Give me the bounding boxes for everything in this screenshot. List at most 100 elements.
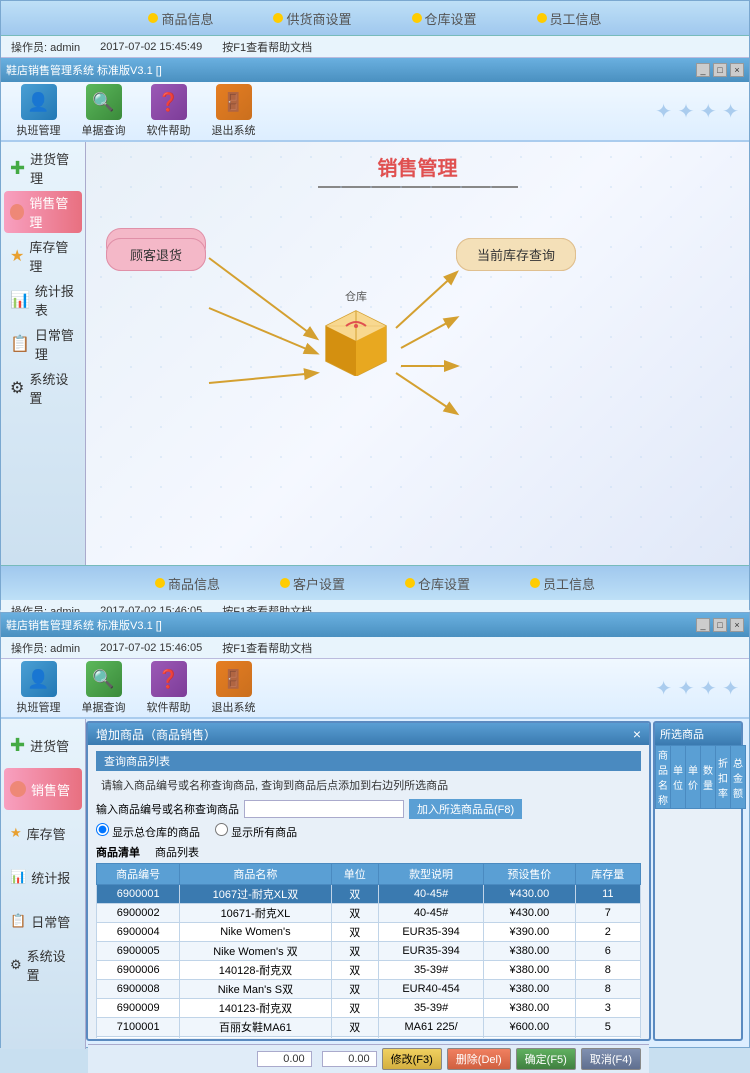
bottom-sidebar-purchase[interactable]: ✚ 进货管 <box>4 724 82 766</box>
product-table-scroll[interactable]: 商品编号 商品名称 单位 款型说明 预设售价 库存量 69000011067过-… <box>96 863 641 1038</box>
order-query-button[interactable]: 🔍 单据查询 <box>76 84 131 138</box>
shift-management-button[interactable]: 👤 执班管理 <box>11 84 66 138</box>
plus-icon2: ✚ <box>10 735 25 756</box>
col-model: 款型说明 <box>378 864 483 885</box>
bottom-window-title: 鞋店销售管理系统 标准版V3.1 [] <box>6 617 162 633</box>
status-bar-top: 操作员: admin 2017-07-02 15:45:49 按F1查看帮助文档 <box>1 36 749 58</box>
minimize-btn2[interactable]: _ <box>696 618 710 632</box>
sales-diagram: 商品销售 前台收银 顾客退货 <box>96 208 739 468</box>
product-list-label2: 商品列表 <box>155 844 199 860</box>
table-row[interactable]: 6900008Nike Man's S双双EUR40-454¥380.008 <box>97 980 641 999</box>
sales-divider <box>318 186 518 188</box>
bottom-datetime: 2017-07-02 15:46:05 <box>100 642 202 654</box>
table-row[interactable]: 6900004Nike Women's双EUR35-394¥390.002 <box>97 923 641 942</box>
order-btn2[interactable]: 🔍 单据查询 <box>76 661 131 715</box>
delete-button[interactable]: 删除(Del) <box>447 1048 511 1070</box>
selected-products-title: 所选商品 <box>655 723 741 745</box>
right-col-price: 单价 <box>686 746 701 809</box>
edit-button[interactable]: 修改(F3) <box>382 1048 442 1070</box>
close-btn2[interactable]: × <box>730 618 744 632</box>
exit-icon2: 🚪 <box>216 661 252 697</box>
customer-return-box[interactable]: 顾客退货 <box>106 238 206 271</box>
table-row[interactable]: 690000210671-耐克XL双40-45#¥430.007 <box>97 904 641 923</box>
bottom-sidebar-inventory[interactable]: ★ 库存管 <box>4 812 82 854</box>
help-btn2[interactable]: ❓ 软件帮助 <box>141 661 196 715</box>
shift-btn2[interactable]: 👤 执班管理 <box>11 661 66 715</box>
order-icon: 🔍 <box>86 84 122 120</box>
bottom-nav-warehouse[interactable]: 仓库设置 <box>405 574 470 593</box>
bottom-sidebar-reports[interactable]: 📊 统计报 <box>4 856 82 898</box>
nav-dot <box>412 13 422 23</box>
footer-val2: 0.00 <box>322 1051 377 1067</box>
bottom-sidebar: ✚ 进货管 销售管 ★ 库存管 📊 统计报 📋 日常管 ⚙ 系统设置 <box>1 719 86 1049</box>
product-search-input[interactable] <box>244 800 404 818</box>
table-row[interactable]: 7100001百丽女鞋MA61双MA61 225/¥600.005 <box>97 1018 641 1037</box>
help-button[interactable]: ❓ 软件帮助 <box>141 84 196 138</box>
current-inventory-query-box[interactable]: 当前库存查询 <box>456 238 576 271</box>
modal-close-button[interactable]: × <box>633 726 641 742</box>
star-icon: ★ <box>10 246 24 266</box>
nav-dot <box>537 13 547 23</box>
bottom-status-bar: 操作员: admin 2017-07-02 15:46:05 按F1查看帮助文档 <box>1 637 749 659</box>
table-row[interactable]: 69000011067过-耐克XL双双40-45#¥430.0011 <box>97 885 641 904</box>
confirm-button[interactable]: 确定(F5) <box>516 1048 576 1070</box>
close-button[interactable]: × <box>730 63 744 77</box>
nav-item-supplier[interactable]: 供货商设置 <box>273 9 351 28</box>
exit-label: 退出系统 <box>212 122 256 138</box>
toolbar-decoration: ✦ ✦ ✦ ✦ <box>655 99 739 124</box>
sidebar-item-inventory[interactable]: ★ 库存管理 <box>4 235 82 277</box>
nav-item-staff[interactable]: 员工信息 <box>537 9 602 28</box>
shift-label: 执班管理 <box>17 122 61 138</box>
warehouse-icon <box>321 306 391 376</box>
bottom-help: 按F1查看帮助文档 <box>222 640 312 656</box>
help-label: 软件帮助 <box>147 122 191 138</box>
table-row[interactable]: 6900006140128-耐克双双35-39#¥380.008 <box>97 961 641 980</box>
cancel-button[interactable]: 取消(F4) <box>581 1048 641 1070</box>
nav-item-product[interactable]: 商品信息 <box>148 9 213 28</box>
right-header-row: 商品名称 单位 单价 数量 折扣率 总金额 <box>656 746 746 809</box>
selected-products-panel: 所选商品 商品名称 单位 单价 数量 折扣率 总金额 <box>653 721 743 1041</box>
bottom-sidebar-daily[interactable]: 📋 日常管 <box>4 900 82 942</box>
bottom-sidebar-sales[interactable]: 销售管 <box>4 768 82 810</box>
sidebar-item-sales[interactable]: 销售管理 <box>4 191 82 233</box>
table-row[interactable]: 6900005Nike Women's 双双EUR35-394¥380.006 <box>97 942 641 961</box>
bottom-sidebar-settings[interactable]: ⚙ 系统设置 <box>4 944 82 986</box>
sidebar-item-daily[interactable]: 📋 日常管理 <box>4 323 82 365</box>
order-icon2: 🔍 <box>86 661 122 697</box>
radio-all[interactable]: 显示所有商品 <box>215 823 297 840</box>
radio-warehouse[interactable]: 显示总仓库的商品 <box>96 823 200 840</box>
table-row[interactable]: 7100002百丽女鞋MA72双MA72 225/¥600.008 <box>97 1037 641 1039</box>
col-price: 预设售价 <box>484 864 575 885</box>
table-row[interactable]: 6900009140123-耐克双双35-39#¥380.003 <box>97 999 641 1018</box>
chart-icon2: 📊 <box>10 869 26 885</box>
toolbar-deco2: ✦ ✦ ✦ ✦ <box>655 676 739 701</box>
bottom-operator: 操作员: admin <box>11 640 80 656</box>
add-selected-button[interactable]: 加入所选商品品(F8) <box>409 799 522 819</box>
bottom-nav-customer[interactable]: 客户设置 <box>280 574 345 593</box>
maximize-btn2[interactable]: □ <box>713 618 727 632</box>
window-controls: _ □ × <box>696 63 744 77</box>
modal-body: 查询商品列表 请输入商品编号或名称查询商品, 查询到商品后点添加到右边列所选商品… <box>88 745 649 1044</box>
bottom-nav-staff[interactable]: 员工信息 <box>530 574 595 593</box>
nav-item-warehouse[interactable]: 仓库设置 <box>412 9 477 28</box>
sidebar: ✚ 进货管理 销售管理 ★ 库存管理 📊 统计报表 📋 日常管理 ⚙ 系统设置 <box>1 142 86 565</box>
modal-footer: 0.00 0.00 修改(F3) 删除(Del) 确定(F5) 取消(F4) <box>88 1044 649 1073</box>
footer-val1: 0.00 <box>257 1051 312 1067</box>
maximize-button[interactable]: □ <box>713 63 727 77</box>
sales-title: 销售管理 <box>96 152 739 181</box>
right-col-total: 总金额 <box>731 746 746 809</box>
sidebar-item-purchase[interactable]: ✚ 进货管理 <box>4 147 82 189</box>
bottom-main: ✚ 进货管 销售管 ★ 库存管 📊 统计报 📋 日常管 ⚙ 系统设置 <box>1 719 749 1049</box>
daily-icon: 📋 <box>10 334 30 354</box>
exit-btn2[interactable]: 🚪 退出系统 <box>206 661 261 715</box>
sidebar-item-reports[interactable]: 📊 统计报表 <box>4 279 82 321</box>
sidebar-item-settings[interactable]: ⚙ 系统设置 <box>4 367 82 409</box>
bottom-toolbar: 👤 执班管理 🔍 单据查询 ❓ 软件帮助 🚪 退出系统 ✦ ✦ ✦ ✦ <box>1 659 749 719</box>
exit-button[interactable]: 🚪 退出系统 <box>206 84 261 138</box>
bottom-nav-product[interactable]: 商品信息 <box>155 574 220 593</box>
bottom-nav: 商品信息 客户设置 仓库设置 员工信息 <box>1 565 749 600</box>
nav-dot <box>148 13 158 23</box>
search-hint: 请输入商品编号或名称查询商品, 查询到商品后点添加到右边列所选商品 <box>96 775 641 795</box>
minimize-button[interactable]: _ <box>696 63 710 77</box>
box-svg <box>321 306 391 376</box>
